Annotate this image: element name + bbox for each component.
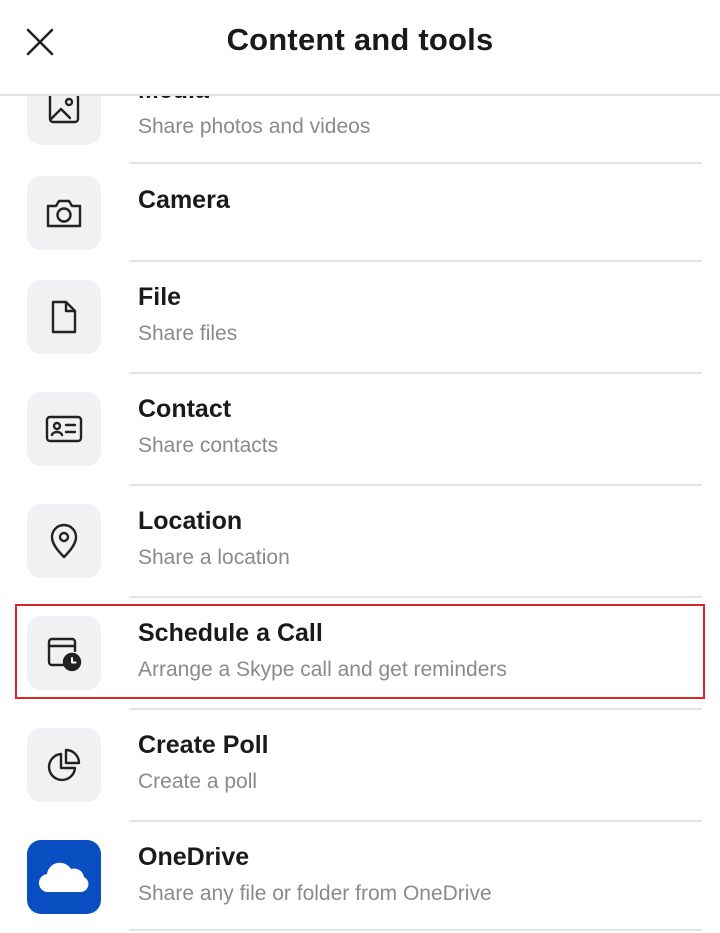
- contact-icon-box: [27, 392, 101, 466]
- list-item-subtitle: Share any file or folder from OneDrive: [138, 882, 492, 905]
- list-item-create-poll[interactable]: Create Poll Create a poll: [0, 709, 720, 822]
- list-item-schedule-call[interactable]: Schedule a Call Arrange a Skype call and…: [0, 597, 720, 710]
- list-item-label: Schedule a Call: [138, 619, 323, 647]
- onedrive-icon-box: [27, 840, 101, 914]
- list-item-label: Location: [138, 507, 243, 535]
- list-item-label: Contact: [138, 395, 232, 423]
- file-icon: [51, 300, 77, 334]
- list-item-file[interactable]: File Share files: [0, 261, 720, 374]
- list-item-label: OneDrive: [138, 843, 250, 871]
- list-item-location[interactable]: Location Share a location: [0, 485, 720, 598]
- create-poll-icon-box: [27, 728, 101, 802]
- list-item-label: Create Poll: [138, 731, 269, 759]
- list-item-onedrive[interactable]: OneDrive Share any file or folder from O…: [0, 821, 720, 933]
- location-icon-box: [27, 504, 101, 578]
- list-item-contact[interactable]: Contact Share contacts: [0, 373, 720, 486]
- divider: [129, 929, 702, 931]
- content-tools-list: Media Share photos and videos Camera Fil…: [0, 0, 720, 933]
- schedule-call-icon-box: [27, 616, 101, 690]
- list-item-subtitle: Share a location: [138, 546, 290, 569]
- camera-icon: [46, 199, 82, 228]
- onedrive-cloud-icon: [38, 862, 89, 893]
- list-item-subtitle: Share contacts: [138, 434, 279, 457]
- list-item-subtitle: Share photos and videos: [138, 115, 371, 138]
- camera-icon-box: [27, 176, 101, 250]
- file-icon-box: [27, 280, 101, 354]
- list-item-label: File: [138, 283, 182, 311]
- calendar-clock-icon: [47, 637, 82, 672]
- list-item-camera[interactable]: Camera: [0, 164, 720, 276]
- list-item-subtitle: Create a poll: [138, 770, 258, 793]
- list-item-label: Camera: [138, 186, 230, 214]
- pie-chart-icon: [47, 748, 81, 782]
- list-item-subtitle: Share files: [138, 322, 238, 345]
- location-pin-icon: [50, 523, 78, 559]
- contact-card-icon: [45, 415, 83, 443]
- list-item-subtitle: Arrange a Skype call and get reminders: [138, 658, 507, 681]
- header-bar: Content and tools: [0, 0, 720, 96]
- page-title: Content and tools: [226, 22, 494, 57]
